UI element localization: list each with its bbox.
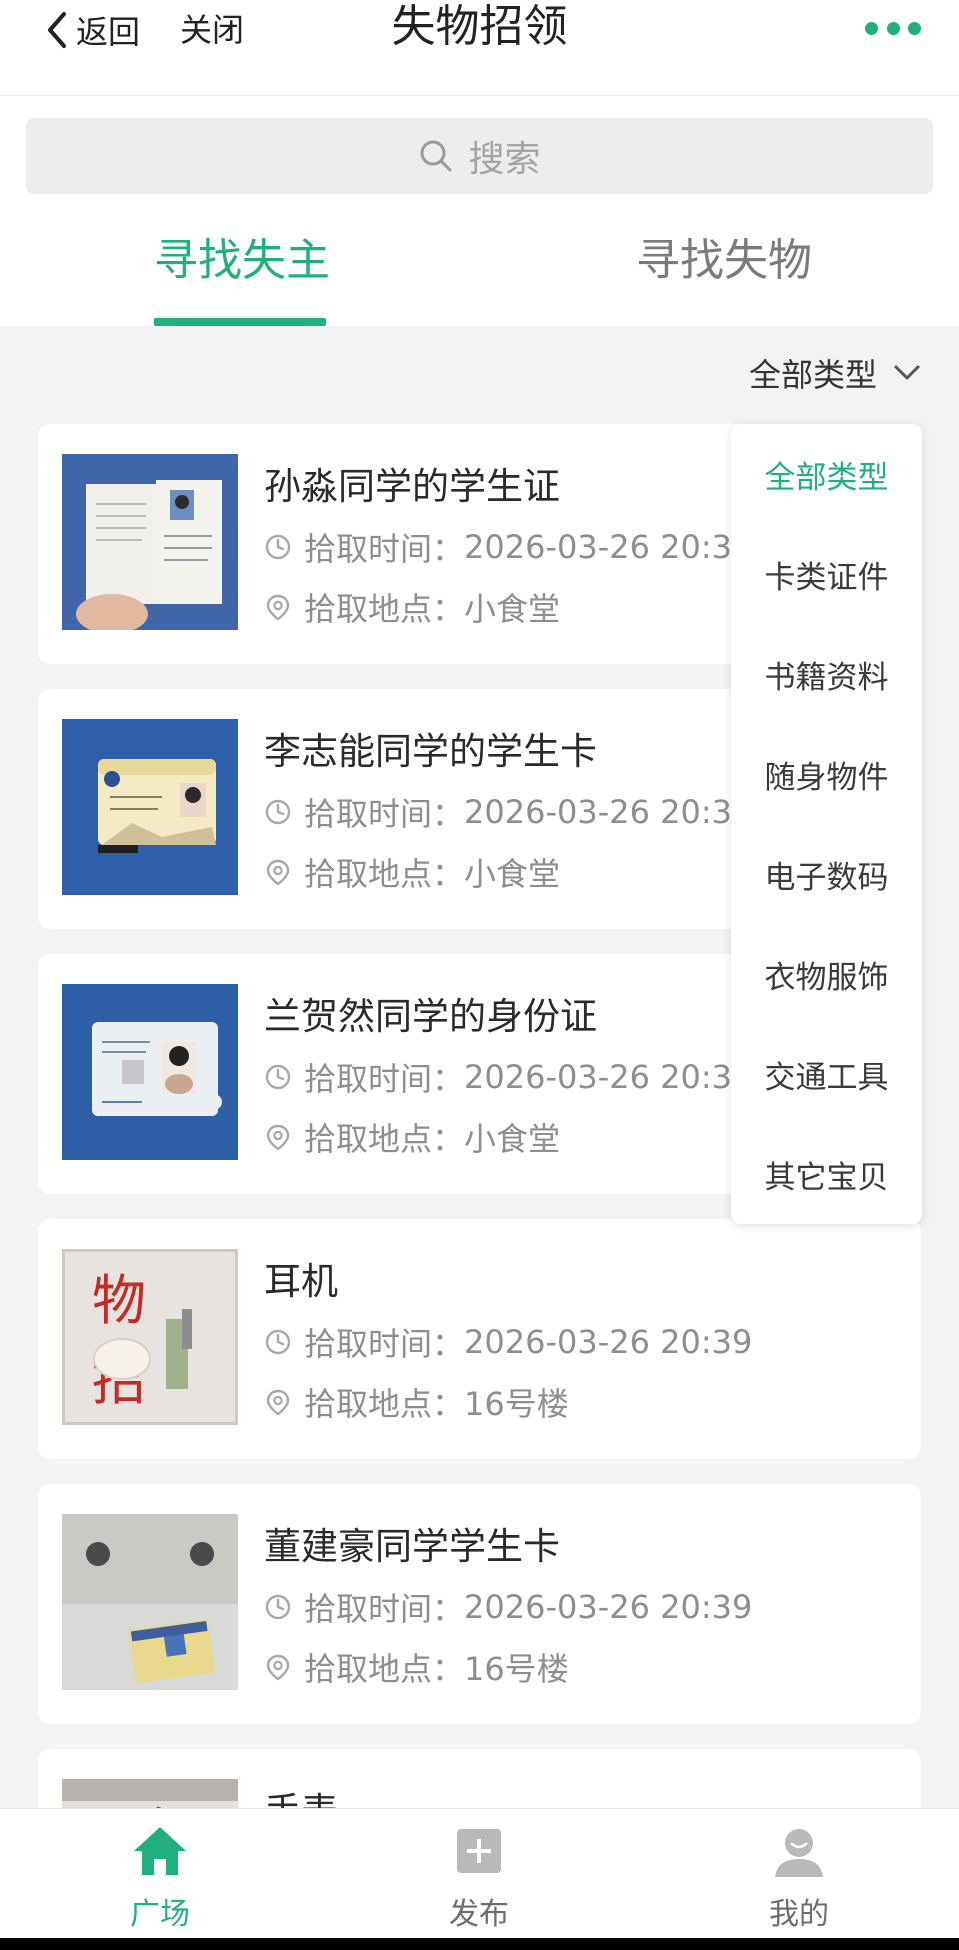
pickup-time: 拾取时间： 2026-03-26 20:39 xyxy=(264,789,752,835)
pickup-time-value: 2026-03-26 20:39 xyxy=(464,1323,753,1361)
location-pin-icon xyxy=(266,1389,290,1416)
tab-find-item[interactable]: 寻找失物 xyxy=(636,234,812,288)
pickup-time-label: 拾取时间： xyxy=(304,1060,465,1098)
pickup-time: 拾取时间： 2026-03-26 20:39 xyxy=(264,1319,752,1365)
pickup-place-value: 小食堂 xyxy=(464,590,561,628)
bottom-tab-bar: 广场 发布 我的 xyxy=(0,1808,959,1938)
pickup-place-label: 拾取地点： xyxy=(304,1120,465,1158)
pickup-time-label: 拾取时间： xyxy=(304,795,465,833)
search-placeholder: 搜索 xyxy=(468,139,541,180)
more-dot-icon xyxy=(886,21,900,35)
dropdown-option-clothing[interactable]: 衣物服饰 xyxy=(731,952,922,997)
tabbar-label: 我的 xyxy=(769,1897,829,1932)
clock-icon xyxy=(265,1594,291,1620)
location-pin-icon xyxy=(266,859,290,886)
chevron-down-icon xyxy=(894,365,920,380)
tabbar-item-plaza[interactable]: 广场 xyxy=(80,1821,240,1933)
pickup-time: 拾取时间： 2026-03-26 20:39 xyxy=(264,1054,752,1100)
tab-find-owner[interactable]: 寻找失主 xyxy=(154,234,330,288)
location-pin-icon xyxy=(266,1124,290,1151)
pickup-time-value: 2026-03-26 20:39 xyxy=(464,1588,753,1626)
pickup-place: 拾取地点： 16号楼 xyxy=(264,1379,569,1425)
pickup-time-value: 2026-03-26 20:39 xyxy=(464,793,753,831)
pickup-time-value: 2026-03-26 20:39 xyxy=(464,1058,753,1096)
category-dropdown-menu: 全部类型 卡类证件 书籍资料 随身物件 电子数码 衣物服饰 交通工具 其它宝贝 xyxy=(731,424,922,1224)
top-nav-bar: 返回 关闭 失物招领 xyxy=(0,0,959,96)
pickup-time: 拾取时间： 2026-03-26 20:39 xyxy=(264,524,752,570)
page-title: 失物招领 xyxy=(391,1,568,52)
tabbar-item-mine[interactable]: 我的 xyxy=(719,1821,879,1933)
dropdown-option-cards[interactable]: 卡类证件 xyxy=(731,552,922,597)
search-input[interactable]: 搜索 xyxy=(26,118,933,194)
search-and-tabs: 搜索 寻找失主 寻找失物 xyxy=(0,96,959,326)
pickup-place: 拾取地点： 小食堂 xyxy=(264,1114,560,1160)
item-photo xyxy=(62,1514,238,1690)
pickup-place: 拾取地点： 16号楼 xyxy=(264,1644,569,1690)
list-item[interactable]: 董建豪同学学生卡 拾取时间： 2026-03-26 20:39 拾取地点： 16号楼 xyxy=(38,1484,921,1724)
svg-text:物: 物 xyxy=(92,1269,146,1332)
clock-icon xyxy=(265,1329,291,1355)
clock-icon xyxy=(265,799,291,825)
home-icon xyxy=(134,1827,186,1875)
active-tab-indicator xyxy=(154,318,326,326)
dropdown-option-books[interactable]: 书籍资料 xyxy=(731,652,922,697)
location-pin-icon xyxy=(266,1654,290,1681)
pickup-place-value: 小食堂 xyxy=(464,1120,561,1158)
category-filter[interactable]: 全部类型 xyxy=(749,350,921,396)
pickup-place-label: 拾取地点： xyxy=(304,855,465,893)
pickup-place: 拾取地点： 小食堂 xyxy=(264,584,560,630)
item-title: 孙淼同学的学生证 xyxy=(264,465,560,508)
item-photo: 包 xyxy=(62,1779,238,1808)
user-icon xyxy=(775,1829,823,1877)
item-photo xyxy=(62,984,238,1160)
clock-icon xyxy=(265,534,291,560)
more-dot-icon xyxy=(865,21,878,35)
list-item[interactable]: 包 手表 xyxy=(38,1749,921,1808)
pickup-place-value: 小食堂 xyxy=(464,855,561,893)
pickup-time-label: 拾取时间： xyxy=(304,1325,465,1363)
search-icon xyxy=(420,140,452,172)
list-item[interactable]: 物 招 耳机 拾取时间： 2026-03-26 20:39 拾取地点： 16号楼 xyxy=(38,1219,921,1459)
clock-icon xyxy=(265,1064,291,1090)
dropdown-option-personal[interactable]: 随身物件 xyxy=(731,752,922,797)
location-pin-icon xyxy=(266,594,290,621)
pickup-time-label: 拾取时间： xyxy=(304,1590,465,1628)
pickup-place-label: 拾取地点： xyxy=(304,1650,465,1688)
item-photo xyxy=(62,719,238,895)
pickup-place-value: 16号楼 xyxy=(464,1650,569,1688)
category-filter-label: 全部类型 xyxy=(748,356,877,394)
pickup-place-value: 16号楼 xyxy=(464,1385,569,1423)
item-photo: 物 招 xyxy=(62,1249,238,1425)
dropdown-option-transport[interactable]: 交通工具 xyxy=(731,1052,922,1097)
pickup-time-label: 拾取时间： xyxy=(304,530,465,568)
tabbar-item-publish[interactable]: 发布 xyxy=(399,1821,559,1933)
pickup-time-value: 2026-03-26 20:39 xyxy=(464,528,753,566)
item-title: 手表 xyxy=(264,1781,338,1808)
item-title: 李志能同学的学生卡 xyxy=(264,730,597,773)
more-dot-icon xyxy=(908,21,921,35)
pickup-place-label: 拾取地点： xyxy=(304,1385,465,1423)
dropdown-option-other[interactable]: 其它宝贝 xyxy=(731,1152,922,1197)
item-title: 董建豪同学学生卡 xyxy=(264,1525,560,1568)
item-title: 兰贺然同学的身份证 xyxy=(264,995,597,1038)
pickup-time: 拾取时间： 2026-03-26 20:39 xyxy=(264,1584,752,1630)
plus-square-icon xyxy=(457,1829,501,1873)
dropdown-option-electronics[interactable]: 电子数码 xyxy=(731,852,922,897)
pickup-place: 拾取地点： 小食堂 xyxy=(264,849,560,895)
item-title: 耳机 xyxy=(264,1260,338,1303)
pickup-place-label: 拾取地点： xyxy=(304,590,465,628)
tabbar-label: 广场 xyxy=(130,1897,190,1932)
dropdown-option-all[interactable]: 全部类型 xyxy=(731,452,922,497)
lost-and-found-page: 返回 关闭 失物招领 搜索 寻找失主 寻找失物 全部类型 孙淼同学的学生证 拾取… xyxy=(0,0,959,1950)
system-home-indicator xyxy=(0,1938,959,1950)
more-options-button[interactable] xyxy=(865,14,921,42)
item-photo xyxy=(62,454,238,630)
tabbar-label: 发布 xyxy=(449,1897,509,1932)
